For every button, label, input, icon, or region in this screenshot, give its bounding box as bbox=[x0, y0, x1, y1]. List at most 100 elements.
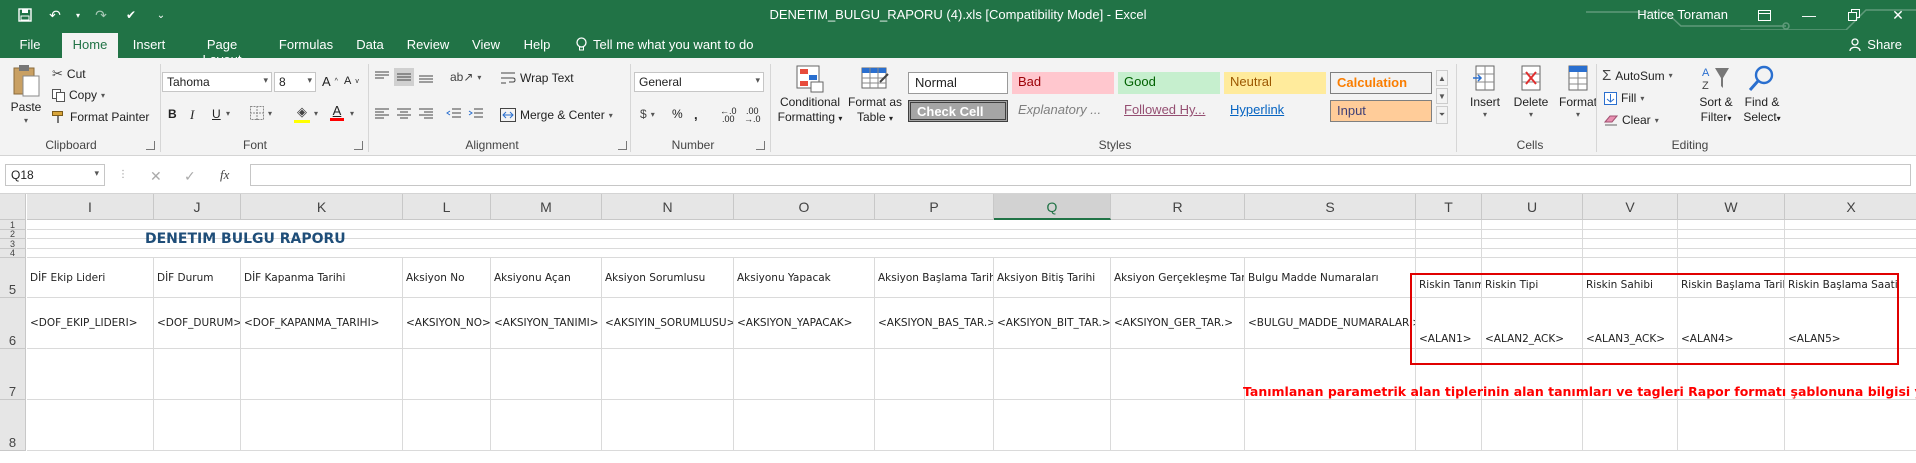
cell-l7[interactable] bbox=[403, 349, 491, 400]
row-header-8[interactable]: 8 bbox=[0, 400, 26, 451]
cell-o3[interactable] bbox=[734, 239, 875, 249]
cell-w1[interactable] bbox=[1678, 220, 1785, 230]
font-color-dropdown-icon[interactable]: ▾ bbox=[350, 109, 354, 118]
column-header-m[interactable]: M bbox=[491, 194, 602, 220]
close-icon[interactable]: ✕ bbox=[1886, 4, 1910, 26]
row-header-7[interactable]: 7 bbox=[0, 349, 26, 400]
cell-l6[interactable]: <AKSIYON_NO> bbox=[403, 298, 491, 349]
cut-button[interactable]: ✂ Cut bbox=[52, 66, 86, 82]
clear-button[interactable]: Clear ▾ bbox=[1604, 113, 1659, 127]
align-left-button[interactable] bbox=[374, 107, 390, 121]
cell-p5[interactable]: Aksiyon Başlama Tarihi bbox=[875, 258, 994, 298]
delete-cells-button[interactable]: Delete ▾ bbox=[1508, 64, 1554, 119]
share-button[interactable]: Share bbox=[1849, 37, 1902, 52]
underline-button[interactable]: U bbox=[212, 107, 221, 121]
cell-k7[interactable] bbox=[241, 349, 403, 400]
alignment-launcher-icon[interactable] bbox=[618, 141, 627, 150]
cell-i1[interactable] bbox=[27, 220, 154, 230]
paste-button[interactable]: Paste ▾ bbox=[8, 64, 44, 125]
cell-o6[interactable]: <AKSIYON_YAPACAK> bbox=[734, 298, 875, 349]
column-header-j[interactable]: J bbox=[154, 194, 241, 220]
cell-j1[interactable] bbox=[154, 220, 241, 230]
cell-l3[interactable] bbox=[403, 239, 491, 249]
cell-v8[interactable] bbox=[1583, 400, 1678, 451]
style-good[interactable]: Good bbox=[1118, 72, 1220, 94]
cell-x2[interactable] bbox=[1785, 230, 1916, 239]
cell-i3[interactable] bbox=[27, 239, 154, 249]
column-header-l[interactable]: L bbox=[403, 194, 491, 220]
select-all-corner[interactable] bbox=[0, 194, 26, 220]
fill-button[interactable]: Fill ▾ bbox=[1604, 91, 1644, 105]
styles-more-icon[interactable]: ⏷ bbox=[1436, 106, 1448, 124]
cell-v1[interactable] bbox=[1583, 220, 1678, 230]
cell-r3[interactable] bbox=[1111, 239, 1245, 249]
cell-s3[interactable] bbox=[1245, 239, 1416, 249]
style-hyperlink[interactable]: Hyperlink bbox=[1224, 100, 1326, 122]
column-header-v[interactable]: V bbox=[1583, 194, 1678, 220]
cell-t4[interactable] bbox=[1416, 249, 1482, 258]
font-color-button[interactable]: A bbox=[330, 103, 344, 121]
cell-m8[interactable] bbox=[491, 400, 602, 451]
cell-q5[interactable]: Aksiyon Bitiş Tarihi bbox=[994, 258, 1111, 298]
report-title[interactable]: DENETIM BULGU RAPORU bbox=[145, 231, 346, 247]
name-box[interactable]: Q18 ▾ bbox=[5, 164, 105, 186]
column-header-s[interactable]: S bbox=[1245, 194, 1416, 220]
cell-j8[interactable] bbox=[154, 400, 241, 451]
cell-v4[interactable] bbox=[1583, 249, 1678, 258]
cell-i8[interactable] bbox=[27, 400, 154, 451]
column-header-p[interactable]: P bbox=[875, 194, 994, 220]
column-header-t[interactable]: T bbox=[1416, 194, 1482, 220]
cell-u1[interactable] bbox=[1482, 220, 1583, 230]
cell-i7[interactable] bbox=[27, 349, 154, 400]
cell-v3[interactable] bbox=[1583, 239, 1678, 249]
cell-k5[interactable]: DİF Kapanma Tarihi bbox=[241, 258, 403, 298]
align-right-button[interactable] bbox=[418, 107, 434, 121]
restore-icon[interactable] bbox=[1842, 4, 1866, 26]
cell-q4[interactable] bbox=[994, 249, 1111, 258]
font-launcher-icon[interactable] bbox=[354, 141, 363, 150]
cell-w8[interactable] bbox=[1678, 400, 1785, 451]
bold-button[interactable]: B bbox=[168, 107, 177, 121]
formula-input[interactable] bbox=[250, 164, 1911, 186]
tab-review[interactable]: Review bbox=[404, 33, 452, 58]
styles-scroll-up-icon[interactable]: ▲ bbox=[1436, 70, 1448, 86]
cell-j4[interactable] bbox=[154, 249, 241, 258]
orientation-button[interactable]: ab↗ ▾ bbox=[450, 70, 481, 84]
cell-o1[interactable] bbox=[734, 220, 875, 230]
styles-scroll-down-icon[interactable]: ▼ bbox=[1436, 88, 1448, 104]
cell-t8[interactable] bbox=[1416, 400, 1482, 451]
insert-cells-button[interactable]: Insert ▾ bbox=[1462, 64, 1508, 119]
shrink-font-button[interactable]: Av bbox=[344, 75, 359, 87]
cell-p6[interactable]: <AKSIYON_BAS_TAR.> bbox=[875, 298, 994, 349]
cell-k4[interactable] bbox=[241, 249, 403, 258]
cell-p1[interactable] bbox=[875, 220, 994, 230]
cell-s8[interactable] bbox=[1245, 400, 1416, 451]
cell-q6[interactable]: <AKSIYON_BIT_TAR.> bbox=[994, 298, 1111, 349]
cell-q7[interactable] bbox=[994, 349, 1111, 400]
font-name-select[interactable]: Tahoma ▾ bbox=[162, 72, 272, 92]
number-launcher-icon[interactable] bbox=[756, 141, 765, 150]
cell-n1[interactable] bbox=[602, 220, 734, 230]
cell-v2[interactable] bbox=[1583, 230, 1678, 239]
formula-bar-grip-icon[interactable]: ⋮ bbox=[118, 169, 128, 180]
cell-m6[interactable]: <AKSIYON_TANIMI> bbox=[491, 298, 602, 349]
number-format-select[interactable]: General ▾ bbox=[634, 72, 764, 92]
cell-p4[interactable] bbox=[875, 249, 994, 258]
cell-r8[interactable] bbox=[1111, 400, 1245, 451]
cell-q1[interactable] bbox=[994, 220, 1111, 230]
cell-n4[interactable] bbox=[602, 249, 734, 258]
cell-u2[interactable] bbox=[1482, 230, 1583, 239]
cell-l8[interactable] bbox=[403, 400, 491, 451]
cell-r2[interactable] bbox=[1111, 230, 1245, 239]
cell-w3[interactable] bbox=[1678, 239, 1785, 249]
bottom-align-button[interactable] bbox=[418, 70, 434, 84]
row-header-2[interactable]: 2 bbox=[0, 230, 26, 239]
style-followed-hyperlink[interactable]: Followed Hy... bbox=[1118, 100, 1220, 122]
cell-x4[interactable] bbox=[1785, 249, 1916, 258]
cell-r5[interactable]: Aksiyon Gerçekleşme Tarihi bbox=[1111, 258, 1245, 298]
column-header-i[interactable]: I bbox=[27, 194, 154, 220]
tab-view[interactable]: View bbox=[466, 33, 506, 58]
cell-o8[interactable] bbox=[734, 400, 875, 451]
cell-l5[interactable]: Aksiyon No bbox=[403, 258, 491, 298]
confirm-entry-icon[interactable]: ✓ bbox=[184, 168, 196, 185]
